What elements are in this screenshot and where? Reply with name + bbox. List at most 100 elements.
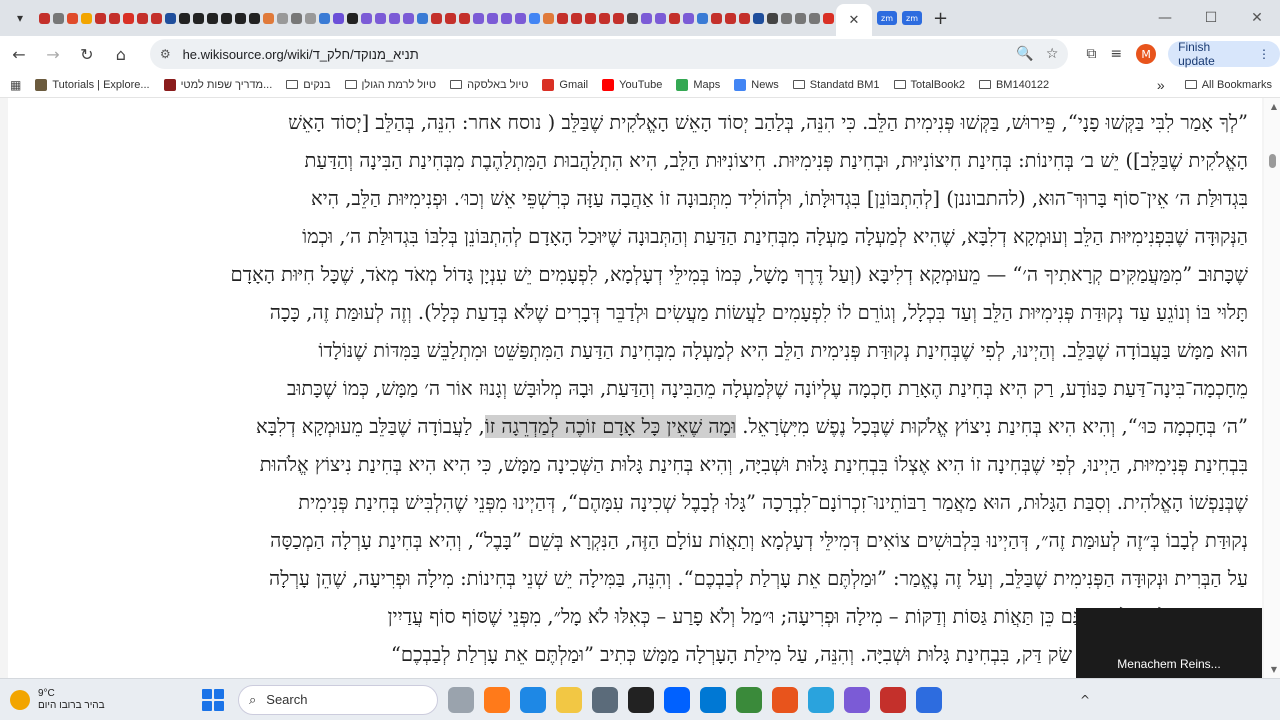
forward-icon[interactable]: →	[38, 39, 68, 69]
tab-favicon[interactable]	[683, 12, 694, 24]
media-controls-icon[interactable]: ≡	[1110, 46, 1122, 62]
maximize-button[interactable]: ☐	[1188, 0, 1234, 36]
bookmark-item[interactable]: מדריך שפות למטי...	[163, 78, 272, 91]
bookmark-star-icon[interactable]: ☆	[1046, 46, 1059, 62]
tab-favicon[interactable]	[809, 12, 820, 24]
tab-favicon[interactable]	[53, 12, 64, 24]
tab-favicon[interactable]	[627, 12, 638, 24]
tab-favicon[interactable]	[109, 12, 120, 24]
tab-favicon[interactable]	[221, 12, 232, 24]
tab-favicon[interactable]	[151, 12, 162, 24]
bookmark-item[interactable]: טיול לרמת הגולן	[344, 79, 436, 91]
tab-favicon[interactable]	[585, 12, 596, 24]
tab-favicon[interactable]	[361, 12, 372, 24]
reload-icon[interactable]: ↻	[72, 39, 102, 69]
tab-favicon[interactable]	[725, 12, 736, 24]
tab-favicon[interactable]	[515, 12, 526, 24]
address-bar[interactable]: ⚙ he.wikisource.org/wiki/תניא_מנוקד/חלק_…	[149, 39, 1069, 69]
tab-favicon[interactable]	[781, 12, 792, 24]
back-icon[interactable]: ←	[4, 39, 34, 69]
tab-zm[interactable]: zm	[902, 11, 922, 25]
copilot-icon[interactable]	[484, 686, 510, 713]
tab-favicon[interactable]	[235, 12, 246, 24]
tab-favicon[interactable]	[207, 12, 218, 24]
tab-favicon[interactable]	[571, 12, 582, 24]
scroll-thumb[interactable]	[1269, 154, 1276, 168]
all-bookmarks-link[interactable]: All Bookmarks	[1202, 79, 1272, 91]
tab-favicon[interactable]	[137, 12, 148, 24]
tab-favicon[interactable]	[487, 12, 498, 24]
tab-favicon[interactable]	[641, 12, 652, 24]
camtasia-icon[interactable]	[736, 686, 762, 713]
zoom-icon[interactable]: 🔍	[1016, 46, 1033, 62]
bookmark-item[interactable]: בנקים	[286, 79, 331, 91]
tab-favicon[interactable]	[501, 12, 512, 24]
finish-update-button[interactable]: Finish update ⋮	[1168, 40, 1280, 68]
tab-favicon[interactable]	[165, 12, 176, 24]
tab-favicon[interactable]	[669, 12, 680, 24]
bookmark-item[interactable]: BM140122	[978, 79, 1049, 91]
tab-favicon[interactable]	[767, 12, 778, 24]
tab-zm[interactable]: zm	[877, 11, 897, 25]
tab-favicon[interactable]	[249, 12, 260, 24]
tab-favicon[interactable]	[389, 12, 400, 24]
scroll-up-icon[interactable]: ▲	[1271, 102, 1277, 111]
tab-favicon[interactable]	[473, 12, 484, 24]
scroll-down-icon[interactable]: ▼	[1271, 665, 1277, 674]
teams-icon[interactable]	[844, 686, 870, 713]
bookmark-item[interactable]: טיול באלסקה	[450, 79, 528, 91]
tab-favicon[interactable]	[347, 12, 358, 24]
url-text[interactable]: he.wikisource.org/wiki/תניא_מנוקד/חלק_ד	[183, 47, 1005, 62]
task-view-icon[interactable]	[448, 686, 474, 713]
tab-favicon[interactable]	[739, 12, 750, 24]
active-tab[interactable]: ✕	[836, 4, 872, 36]
home-icon[interactable]: ⌂	[106, 39, 136, 69]
tab-favicon[interactable]	[39, 12, 50, 24]
tab-favicon[interactable]	[711, 12, 722, 24]
tab-favicon[interactable]	[263, 12, 274, 24]
bookmarks-more-icon[interactable]: »	[1157, 77, 1165, 93]
new-tab-button[interactable]: +	[933, 8, 948, 29]
bookmark-item[interactable]: Tutorials | Explore...	[35, 78, 150, 91]
tab-favicon[interactable]	[319, 12, 330, 24]
tab-favicon[interactable]	[95, 12, 106, 24]
site-info-icon[interactable]: ⚙	[160, 47, 171, 61]
weather-widget[interactable]: 9°C בהיר ברובו היום	[10, 688, 190, 712]
tab-favicon[interactable]	[655, 12, 666, 24]
app-icon[interactable]	[880, 686, 906, 713]
telegram-icon[interactable]	[808, 686, 834, 713]
extensions-icon[interactable]: ⧉	[1086, 46, 1096, 62]
tab-favicon[interactable]	[697, 12, 708, 24]
zoom-app-icon[interactable]	[916, 686, 942, 713]
edge-icon[interactable]	[520, 686, 546, 713]
dropbox-icon[interactable]	[664, 686, 690, 713]
store-icon[interactable]	[592, 686, 618, 713]
file-explorer-icon[interactable]	[556, 686, 582, 713]
tab-favicon[interactable]	[459, 12, 470, 24]
bookmark-item[interactable]: Standatd BM1	[792, 79, 880, 91]
bookmark-item[interactable]: Maps	[676, 78, 720, 91]
tab-favicon[interactable]	[179, 12, 190, 24]
tab-favicon[interactable]	[795, 12, 806, 24]
taskbar-search[interactable]: ⌕ Search	[238, 684, 438, 715]
bookmark-item[interactable]: Gmail	[542, 78, 588, 91]
tab-favicon[interactable]	[599, 12, 610, 24]
tab-favicon[interactable]	[613, 12, 624, 24]
windows-start-icon[interactable]	[202, 688, 224, 711]
amazon-icon[interactable]	[628, 686, 654, 713]
tab-favicon[interactable]	[431, 12, 442, 24]
apps-grid-icon[interactable]: ▦	[10, 78, 21, 92]
tab-favicon[interactable]	[445, 12, 456, 24]
close-window-button[interactable]: ✕	[1234, 0, 1280, 36]
tab-favicon[interactable]	[543, 12, 554, 24]
tab-favicon[interactable]	[81, 12, 92, 24]
tab-favicon[interactable]	[67, 12, 78, 24]
tab-favicon[interactable]	[403, 12, 414, 24]
minimize-button[interactable]: —	[1142, 0, 1188, 36]
tab-favicon[interactable]	[193, 12, 204, 24]
tab-favicon[interactable]	[291, 12, 302, 24]
tab-favicon[interactable]	[305, 12, 316, 24]
tab-favicon[interactable]	[333, 12, 344, 24]
tab-favicon[interactable]	[417, 12, 428, 24]
bookmark-item[interactable]: YouTube	[602, 78, 662, 91]
